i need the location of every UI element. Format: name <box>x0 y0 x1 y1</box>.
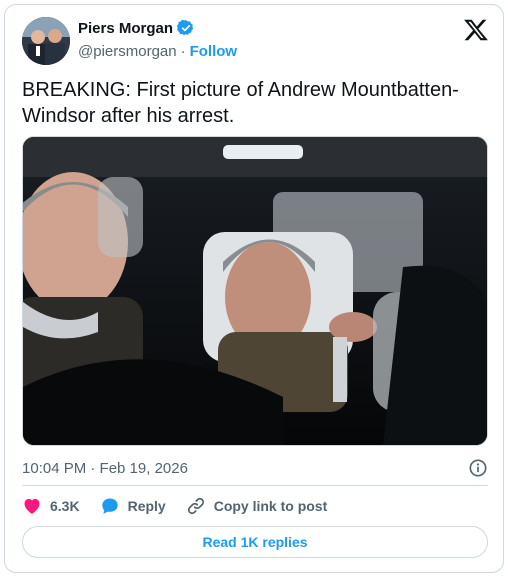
tweet-card: Piers Morgan @piersmorgan · Follow BREAK… <box>4 4 504 573</box>
tweet-photo[interactable] <box>22 136 488 446</box>
action-bar: 6.3K Reply Copy link to post <box>22 495 327 517</box>
reply-label: Reply <box>127 498 166 514</box>
avatar[interactable] <box>22 17 70 65</box>
author-handle[interactable]: @piersmorgan <box>78 43 177 60</box>
info-icon[interactable] <box>468 458 488 478</box>
author-display-name[interactable]: Piers Morgan <box>78 20 173 37</box>
like-button[interactable]: 6.3K <box>22 496 80 516</box>
reply-bubble-icon <box>100 496 120 516</box>
reply-button[interactable]: Reply <box>100 496 166 516</box>
verified-badge-icon <box>176 19 195 37</box>
x-logo-icon[interactable] <box>463 17 489 43</box>
handle-separator: · <box>180 43 186 60</box>
read-replies-button[interactable]: Read 1K replies <box>22 526 488 558</box>
author-handle-row: @piersmorgan · Follow <box>78 43 237 60</box>
copy-link-label: Copy link to post <box>213 498 328 514</box>
link-icon <box>186 496 206 516</box>
copy-link-button[interactable]: Copy link to post <box>186 496 328 516</box>
like-count: 6.3K <box>50 498 80 514</box>
tweet-text: BREAKING: First picture of Andrew Mountb… <box>22 79 459 127</box>
timestamp[interactable]: 10:04 PM · Feb 19, 2026 <box>22 460 188 477</box>
author-name-row: Piers Morgan <box>78 19 195 37</box>
follow-button[interactable]: Follow <box>190 43 238 60</box>
divider <box>22 485 488 486</box>
tweet-meta-row: 10:04 PM · Feb 19, 2026 <box>22 457 488 479</box>
heart-icon <box>22 496 42 516</box>
